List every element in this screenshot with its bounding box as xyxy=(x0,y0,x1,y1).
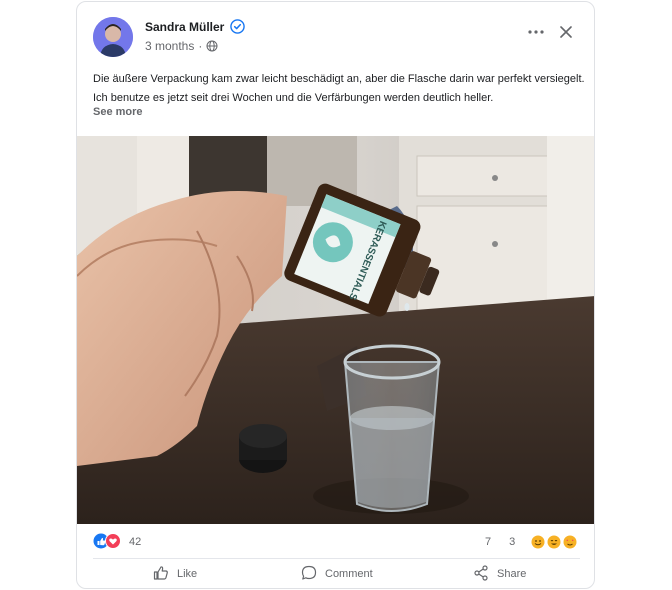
action-bar: Like Comment Share xyxy=(77,560,594,588)
like-label: Like xyxy=(177,568,198,580)
see-more-link[interactable]: See more xyxy=(93,106,143,118)
divider xyxy=(93,558,580,559)
post-time[interactable]: 3 months xyxy=(145,39,194,53)
post-text: Die äußere Verpackung kam zwar leicht be… xyxy=(93,73,585,104)
share-label: Share xyxy=(497,568,527,580)
comment-icon xyxy=(301,565,317,584)
meta-separator: · xyxy=(198,39,203,53)
share-button[interactable]: Share xyxy=(473,560,526,588)
more-icon[interactable] xyxy=(525,24,547,40)
comment-count[interactable]: 7 xyxy=(485,536,491,548)
author-name[interactable]: Sandra Müller xyxy=(145,20,224,34)
share-count[interactable]: 3 xyxy=(509,536,515,548)
share-icon xyxy=(473,564,489,584)
reaction-icons[interactable] xyxy=(93,533,125,549)
verified-icon xyxy=(230,19,246,34)
post-header: Sandra Müller 3 months · xyxy=(77,2,594,68)
emoji-reactions[interactable] xyxy=(531,535,579,549)
like-icon xyxy=(153,565,169,584)
avatar[interactable] xyxy=(93,17,133,57)
comment-label: Comment xyxy=(325,568,373,580)
reactions-bar: 42 7 3 xyxy=(77,528,594,556)
globe-icon xyxy=(206,40,218,52)
reaction-count[interactable]: 42 xyxy=(129,536,141,548)
comment-button[interactable]: Comment xyxy=(301,560,373,588)
like-button[interactable]: Like xyxy=(153,560,197,588)
post-card: Sandra Müller 3 months · Die äußere Verp… xyxy=(76,1,595,589)
post-photo[interactable]: KERASSENTIALS xyxy=(77,136,594,524)
close-icon[interactable] xyxy=(557,23,575,41)
